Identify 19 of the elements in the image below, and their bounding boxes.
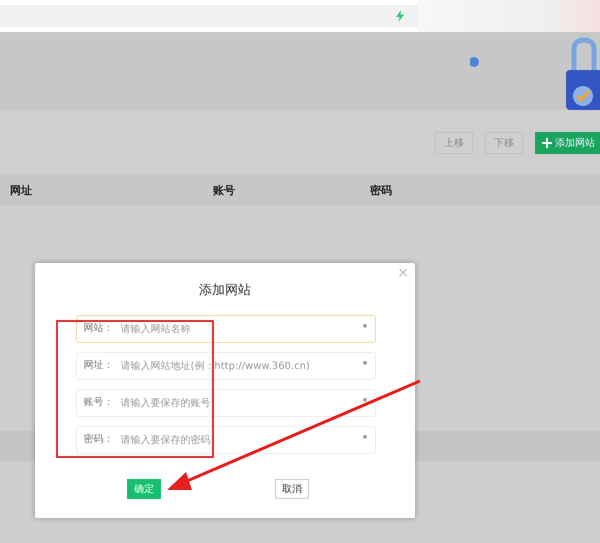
- field-label: 网站：: [84, 323, 114, 335]
- confirm-button[interactable]: 确定: [127, 479, 161, 499]
- close-icon[interactable]: ×: [397, 265, 409, 281]
- required-mark: *: [362, 360, 368, 372]
- required-mark: *: [362, 434, 368, 446]
- dialog-title: 添加网站: [199, 282, 251, 299]
- column-header: 网址: [10, 182, 33, 198]
- required-mark: *: [362, 323, 368, 335]
- lightning-icon[interactable]: [396, 10, 404, 22]
- add-button[interactable]: 添加网站: [535, 132, 600, 154]
- address-bar[interactable]: [0, 5, 418, 27]
- field-label: 网址：: [84, 360, 114, 372]
- plus-icon: [542, 138, 552, 148]
- required-mark: *: [362, 397, 368, 409]
- field-label: 账号：: [84, 397, 114, 409]
- column-header: 密码: [370, 182, 392, 198]
- column-header: 账号: [213, 182, 236, 198]
- field-label: 密码：: [84, 434, 114, 446]
- cancel-button[interactable]: 取消: [275, 479, 309, 499]
